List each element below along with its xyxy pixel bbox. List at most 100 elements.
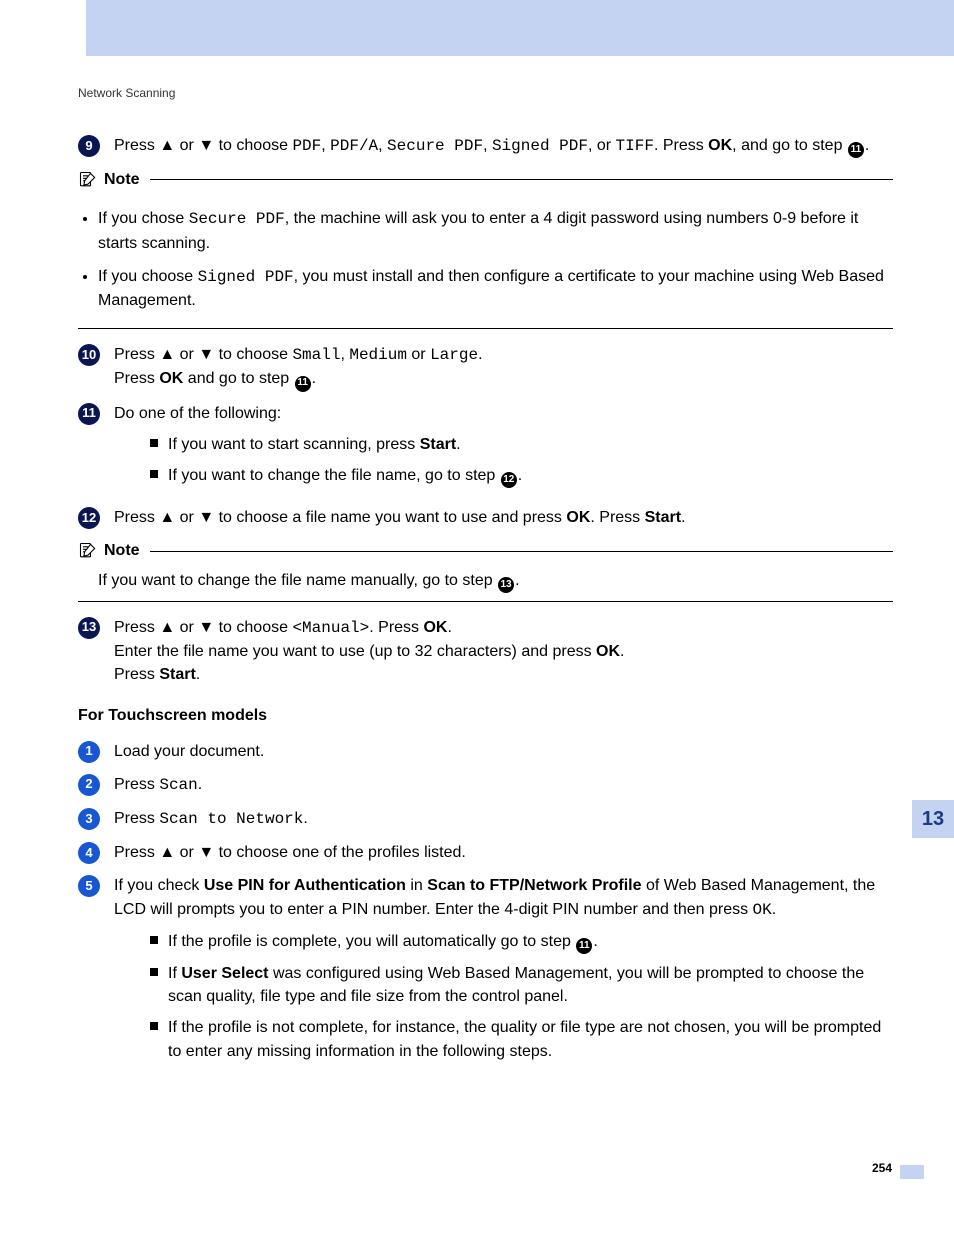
option: PDF — [292, 137, 321, 155]
step-11: 11 Do one of the following: If you want … — [78, 402, 893, 497]
section-title: For Touchscreen models — [78, 704, 893, 727]
ts-step-5: 5 If you check Use PIN for Authenticatio… — [78, 874, 893, 1070]
text: If the profile is not complete, for inst… — [168, 1019, 881, 1059]
option: Small — [292, 346, 340, 364]
text: Enter the file name you want to use (up … — [114, 643, 596, 660]
step-body: Press Scan. — [114, 773, 893, 797]
step-ref-icon: 13 — [498, 577, 514, 593]
text: . — [303, 810, 307, 827]
note-end-rule — [78, 601, 893, 602]
text: Press — [114, 137, 159, 154]
text: , — [321, 137, 330, 154]
ok-label: OK — [423, 619, 447, 636]
text: in — [406, 877, 427, 894]
note-block: Note If you chose Secure PDF, the machin… — [78, 168, 893, 329]
option: Secure PDF — [387, 137, 483, 155]
sub-item: If you want to start scanning, press Sta… — [150, 433, 893, 456]
sub-item: If User Select was configured using Web … — [150, 962, 893, 1008]
step-ref-icon: 11 — [848, 142, 864, 158]
text: to choose — [214, 137, 292, 154]
up-arrow-icon: ▲ — [159, 137, 175, 154]
step-body: Press ▲ or ▼ to choose PDF, PDF/A, Secur… — [114, 134, 893, 158]
note-label: Note — [104, 168, 140, 191]
page-number-accent — [900, 1165, 924, 1179]
text: . — [772, 901, 776, 918]
ok-label: OK — [596, 643, 620, 660]
text: , or — [588, 137, 616, 154]
ok-label: OK — [159, 370, 183, 387]
ts-step-3: 3 Press Scan to Network. — [78, 807, 893, 831]
note-icon — [78, 170, 98, 190]
text: If you want to change the file name, go … — [168, 467, 500, 484]
sub-list: If the profile is complete, you will aut… — [114, 930, 893, 1063]
text: . — [312, 370, 316, 387]
step-ref-icon: 11 — [295, 376, 311, 392]
step-body: If you check Use PIN for Authentication … — [114, 874, 893, 1070]
step-body: Press ▲ or ▼ to choose Small, Medium or … — [114, 343, 893, 391]
option: Secure PDF — [189, 210, 285, 228]
step-ref-icon: 12 — [501, 472, 517, 488]
text: If the profile is complete, you will aut… — [168, 933, 575, 950]
note-heading: Note — [78, 168, 893, 191]
note-icon — [78, 541, 98, 561]
text: and go to step — [183, 370, 293, 387]
step-number-badge: 4 — [78, 842, 100, 864]
note-block: Note If you want to change the file name… — [78, 539, 893, 601]
text: Press — [114, 346, 159, 363]
ts-step-4: 4 Press ▲ or ▼ to choose one of the prof… — [78, 841, 893, 864]
bold-text: Scan to FTP/Network Profile — [427, 877, 641, 894]
text: . — [620, 643, 624, 660]
manual-page: Network Scanning 9 Press ▲ or ▼ to choos… — [0, 0, 954, 1235]
option: Large — [430, 346, 478, 364]
sub-list: If you want to start scanning, press Sta… — [114, 433, 893, 488]
text: , — [483, 137, 492, 154]
note-end-rule — [78, 328, 893, 329]
step-body: Press ▲ or ▼ to choose a file name you w… — [114, 506, 893, 529]
note-rule — [150, 551, 893, 552]
option: OK — [753, 901, 772, 919]
text: . — [515, 572, 519, 589]
text: or — [175, 509, 198, 526]
start-label: Start — [159, 666, 195, 683]
step-10: 10 Press ▲ or ▼ to choose Small, Medium … — [78, 343, 893, 391]
text: . — [196, 666, 200, 683]
text: , and go to step — [732, 137, 847, 154]
step-number-badge: 10 — [78, 344, 100, 366]
ok-label: OK — [708, 137, 732, 154]
text: Press — [114, 619, 159, 636]
text: , — [340, 346, 349, 363]
up-arrow-icon: ▲ — [159, 509, 175, 526]
text: or — [175, 844, 198, 861]
page-content: 9 Press ▲ or ▼ to choose PDF, PDF/A, Sec… — [78, 130, 893, 1081]
note-label: Note — [104, 539, 140, 562]
step-body: Press ▲ or ▼ to choose <Manual>. Press O… — [114, 616, 893, 687]
sub-item: If the profile is not complete, for inst… — [150, 1016, 893, 1062]
ok-label: OK — [566, 509, 590, 526]
up-arrow-icon: ▲ — [159, 844, 175, 861]
text: If you check — [114, 877, 204, 894]
text: to choose — [214, 346, 292, 363]
text: Press — [114, 370, 159, 387]
start-label: Start — [645, 509, 681, 526]
text: . Press — [590, 509, 644, 526]
step-13: 13 Press ▲ or ▼ to choose <Manual>. Pres… — [78, 616, 893, 687]
note-body: If you want to change the file name manu… — [78, 569, 893, 593]
start-label: Start — [420, 436, 456, 453]
text: . — [447, 619, 451, 636]
step-number-badge: 1 — [78, 741, 100, 763]
step-number-badge: 3 — [78, 808, 100, 830]
step-ref-icon: 11 — [576, 938, 592, 954]
text: Press — [114, 666, 159, 683]
text: . — [681, 509, 685, 526]
option: TIFF — [616, 137, 654, 155]
bold-text: User Select — [181, 965, 268, 982]
option: Signed PDF — [492, 137, 588, 155]
down-arrow-icon: ▼ — [198, 844, 214, 861]
text: . — [456, 436, 460, 453]
step-number-badge: 5 — [78, 875, 100, 897]
ts-step-2: 2 Press Scan. — [78, 773, 893, 797]
note-heading: Note — [78, 539, 893, 562]
step-number-badge: 13 — [78, 617, 100, 639]
page-number: 254 — [872, 1160, 892, 1177]
text: If you want to change the file name manu… — [98, 572, 497, 589]
